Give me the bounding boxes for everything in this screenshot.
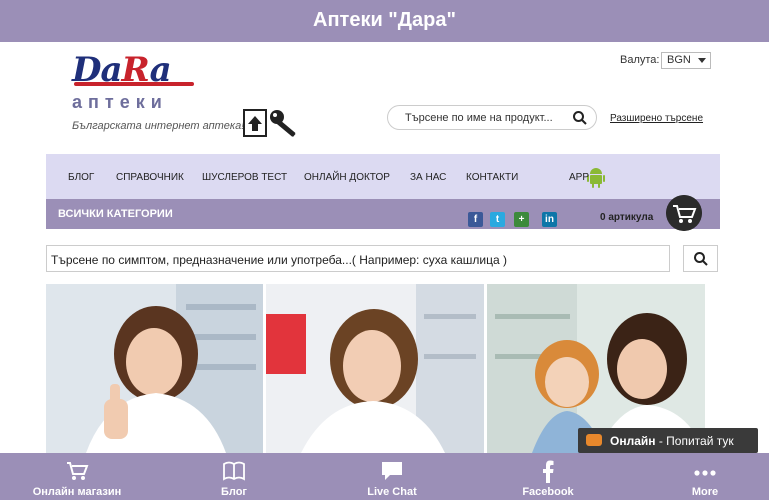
facebook-icon[interactable]: f xyxy=(468,212,483,227)
nav-item-online-doctor[interactable]: ОНЛАЙН ДОКТОР xyxy=(304,172,390,183)
key-icon[interactable] xyxy=(268,108,302,140)
tab-live-chat[interactable]: Live Chat xyxy=(337,453,447,500)
logo-swoosh xyxy=(74,82,194,86)
cart-count[interactable]: 0 артикула xyxy=(600,212,653,223)
twitter-icon[interactable]: t xyxy=(490,212,505,227)
nav-item-app[interactable]: APP xyxy=(569,172,589,183)
web-page: DaRa аптеки Българската интернет аптека!… xyxy=(0,42,769,453)
tab-label: Live Chat xyxy=(367,486,417,498)
symptom-search-placeholder: Търсене по симптом, предназначение или у… xyxy=(51,253,507,267)
chat-bubble-icon xyxy=(586,434,602,446)
tab-label: Facebook xyxy=(522,486,574,498)
nav-item-schussler-test[interactable]: ШУСЛЕРОВ ТЕСТ xyxy=(202,172,287,183)
search-icon xyxy=(694,252,708,266)
currency-label: Валута: xyxy=(620,54,660,66)
linkedin-icon[interactable]: in xyxy=(542,212,557,227)
logo-tagline: Българската интернет аптека! xyxy=(72,120,245,132)
advanced-search-link[interactable]: Разширено търсене xyxy=(610,113,703,124)
currency-select[interactable]: BGN xyxy=(661,52,711,69)
product-search-placeholder: Търсене по име на продукт... xyxy=(405,112,553,124)
app-title: Аптеки "Дара" xyxy=(313,9,456,31)
nav-item-contacts[interactable]: КОНТАКТИ xyxy=(466,172,518,183)
tab-label: Онлайн магазин xyxy=(32,486,122,498)
chat-icon xyxy=(382,462,402,480)
currency-value: BGN xyxy=(667,54,691,66)
facebook-icon xyxy=(543,460,554,483)
main-nav: БЛОГ СПРАВОЧНИК ШУСЛЕРОВ ТЕСТ ОНЛАЙН ДОК… xyxy=(46,154,720,199)
android-icon[interactable] xyxy=(587,166,605,188)
login-icon[interactable] xyxy=(243,109,267,137)
book-icon xyxy=(223,461,245,481)
nav-item-blog[interactable]: БЛОГ xyxy=(68,172,94,183)
app-title-bar: Аптеки "Дара" xyxy=(0,0,769,42)
symptom-search-input[interactable]: Търсене по симптом, предназначение или у… xyxy=(46,245,670,272)
live-chat-widget[interactable]: Онлайн - Попитай тук xyxy=(578,428,758,453)
more-icon xyxy=(694,470,716,476)
banner-image-pharmacist[interactable] xyxy=(266,284,484,453)
logo-wordmark: DaRa xyxy=(72,52,247,88)
tab-label: More xyxy=(691,486,719,498)
logo-subtitle: аптеки xyxy=(72,92,168,112)
tab-label: Блог xyxy=(220,486,248,498)
search-icon[interactable] xyxy=(572,110,588,126)
google-plus-icon[interactable]: + xyxy=(514,212,529,227)
dara-logo[interactable]: DaRa аптеки Българската интернет аптека! xyxy=(72,52,247,132)
banner-image-thumbs-up[interactable] xyxy=(46,284,263,453)
tab-online-shop[interactable]: Онлайн магазин xyxy=(22,453,132,500)
chat-text: Онлайн - Попитай тук xyxy=(610,434,734,448)
symptom-search-button[interactable] xyxy=(683,245,718,272)
cart-icon xyxy=(67,462,89,480)
all-categories-button[interactable]: ВСИЧКИ КАТЕГОРИИ xyxy=(58,208,173,220)
categories-bar: ВСИЧКИ КАТЕГОРИИ f t + in 0 артикула xyxy=(46,195,720,231)
tab-blog[interactable]: Блог xyxy=(179,453,289,500)
tab-more[interactable]: More xyxy=(650,453,760,500)
tab-facebook[interactable]: Facebook xyxy=(493,453,603,500)
nav-item-reference[interactable]: СПРАВОЧНИК xyxy=(116,172,184,183)
nav-item-about[interactable]: ЗА НАС xyxy=(410,172,446,183)
product-search-input[interactable]: Търсене по име на продукт... xyxy=(387,105,597,130)
cart-icon[interactable] xyxy=(666,195,702,231)
chevron-down-icon xyxy=(698,58,706,63)
bottom-tab-bar: Онлайн магазин Блог Live Chat Facebook M… xyxy=(0,453,769,500)
